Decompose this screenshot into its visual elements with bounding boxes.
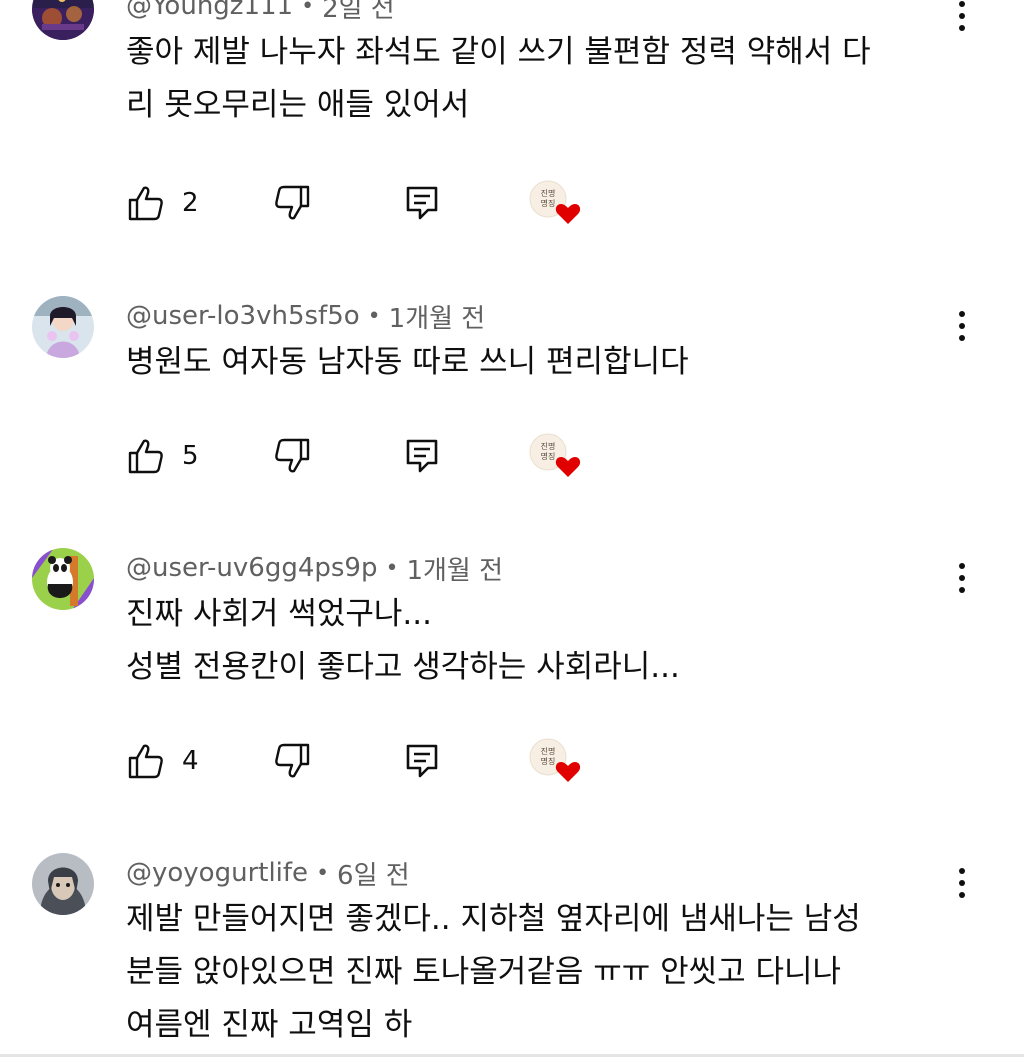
like-button[interactable]: 4 [126,736,199,786]
comment-line: 좋아 제발 나누자 좌석도 같이 쓰기 불편함 정력 약해서 다 [126,34,871,70]
reply-icon [406,744,438,778]
avatar[interactable] [32,548,94,610]
dislike-button[interactable] [272,736,312,786]
comment-line: 진짜 사회거 썩었구나... [126,596,432,632]
comment-actions: 2 진명 명징 [0,178,1024,228]
thumb-down-icon [275,438,310,473]
thumb-up-icon [128,439,163,474]
author-name[interactable]: @Youngz111 [126,0,293,21]
thumb-up-icon [128,744,163,779]
comment-meta: @Youngz111 • 2일 전 [126,0,395,26]
reply-icon [406,186,438,220]
comment-actions: 5 진명 명징 [0,431,1024,481]
separator-dot: • [301,0,315,19]
thumb-up-icon [128,186,163,221]
svg-text:명징: 명징 [541,451,556,461]
dislike-button[interactable] [272,178,312,228]
reply-button[interactable] [404,736,440,786]
reply-button[interactable] [404,178,440,228]
avatar[interactable] [32,296,94,358]
comment-text: 제발 만들어지면 좋겠다.. 지하철 옆자리에 냄새나는 남성 분들 앉아있으면… [126,893,966,1052]
comment-text: 좋아 제발 나누자 좌석도 같이 쓰기 불편함 정력 약해서 다 리 못오무리는… [126,26,966,132]
author-name[interactable]: @user-uv6gg4ps9p [126,553,377,583]
dislike-button[interactable] [272,431,312,481]
like-button[interactable]: 2 [126,178,199,228]
like-count: 5 [182,441,199,471]
timestamp[interactable]: 2일 전 [322,0,395,25]
reply-icon [406,439,438,473]
timestamp[interactable]: 6일 전 [337,855,410,892]
thumb-down-icon [275,185,310,220]
avatar[interactable] [32,0,94,40]
thumb-down-icon [275,743,310,778]
avatar[interactable] [32,853,94,915]
comment-text: 진짜 사회거 썩었구나... 성별 전용칸이 좋다고 생각하는 사회라니... [126,588,966,694]
creator-heart-icon: 진명 명징 [528,431,584,481]
separator-dot: • [367,303,381,329]
comment-line: 병원도 여자동 남자동 따로 쓰니 편리합니다 [126,344,689,380]
comment-actions: 4 진명 명징 [0,736,1024,786]
comment-line: 리 못오무리는 애들 있어서 [126,87,470,123]
author-name[interactable]: @user-lo3vh5sf5o [126,301,360,331]
author-name[interactable]: @yoyogurtlife [126,858,308,888]
creator-heart-icon: 진명 명징 [528,178,584,228]
timestamp[interactable]: 1개월 전 [406,550,503,587]
reply-button[interactable] [404,431,440,481]
like-count: 2 [182,188,199,218]
svg-text:진명: 진명 [541,746,556,756]
comment-meta: @user-uv6gg4ps9p • 1개월 전 [126,548,503,588]
comment-line: 성별 전용칸이 좋다고 생각하는 사회라니... [126,649,680,685]
comment-line: 제발 만들어지면 좋겠다.. 지하철 옆자리에 냄새나는 남성 [126,901,861,937]
svg-text:명징: 명징 [541,756,556,766]
comment-meta: @user-lo3vh5sf5o • 1개월 전 [126,296,485,336]
like-button[interactable]: 5 [126,431,199,481]
svg-text:진명: 진명 [541,441,556,451]
separator-dot: • [385,555,399,581]
creator-heart-icon: 진명 명징 [528,736,584,786]
comment-line: 여름엔 진짜 고역임 하 [126,1007,413,1043]
svg-text:명징: 명징 [541,198,556,208]
comment-line: 분들 앉아있으면 진짜 토나올거같음 ㅠㅠ 안씻고 다니나 [126,954,842,990]
like-count: 4 [182,746,199,776]
comment-meta: @yoyogurtlife • 6일 전 [126,853,410,893]
comment-text: 병원도 여자동 남자동 따로 쓰니 편리합니다 [126,336,966,389]
separator-dot: • [316,860,330,886]
svg-text:진명: 진명 [541,188,556,198]
timestamp[interactable]: 1개월 전 [389,298,486,335]
